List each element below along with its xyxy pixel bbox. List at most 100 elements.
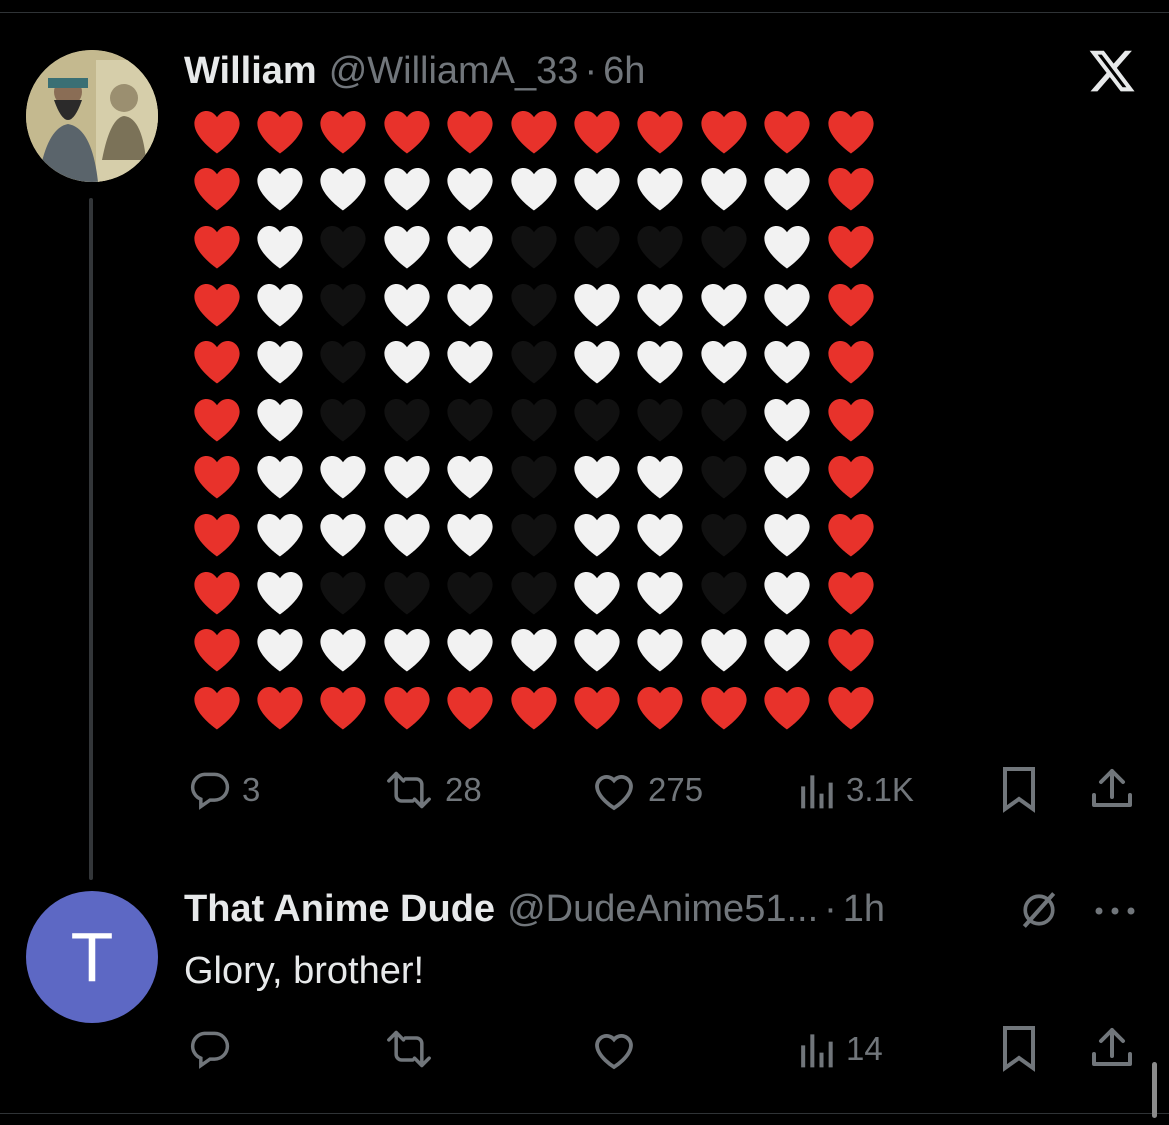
white-heart	[502, 161, 565, 219]
reply-avatar[interactable]: T	[26, 891, 158, 1023]
red-heart	[819, 449, 882, 507]
red-heart	[185, 679, 248, 737]
white-heart	[248, 276, 311, 334]
white-heart	[756, 218, 819, 276]
red-heart	[629, 103, 692, 161]
black-heart	[692, 218, 755, 276]
black-heart	[692, 449, 755, 507]
white-heart	[629, 333, 692, 391]
red-heart	[439, 679, 502, 737]
avatar[interactable]	[26, 50, 158, 182]
like-button[interactable]: 275	[590, 768, 703, 812]
white-heart	[439, 276, 502, 334]
red-heart	[629, 679, 692, 737]
repost-button[interactable]: 28	[383, 768, 482, 812]
white-heart	[756, 564, 819, 622]
separator-dot: ·	[824, 888, 837, 930]
black-heart	[312, 564, 375, 622]
red-heart	[819, 506, 882, 564]
red-heart	[819, 333, 882, 391]
x-logo-icon[interactable]	[1086, 46, 1138, 101]
share-button[interactable]	[1088, 765, 1136, 813]
author-handle[interactable]: @WilliamA_33	[329, 50, 579, 93]
author-name[interactable]: William	[184, 50, 317, 93]
white-heart	[439, 506, 502, 564]
repost-button[interactable]	[383, 1027, 435, 1071]
red-heart	[185, 333, 248, 391]
red-heart	[185, 391, 248, 449]
reply-author-handle[interactable]: @DudeAnime51...	[507, 888, 818, 931]
white-heart	[756, 333, 819, 391]
red-heart	[502, 679, 565, 737]
red-heart	[248, 103, 311, 161]
black-heart	[312, 276, 375, 334]
white-heart	[248, 161, 311, 219]
heart-icon	[595, 775, 633, 811]
red-heart	[185, 103, 248, 161]
white-heart	[248, 449, 311, 507]
black-heart	[502, 564, 565, 622]
like-button[interactable]	[590, 1027, 638, 1071]
views-button[interactable]: 3.1K	[796, 768, 914, 812]
comment-icon	[190, 772, 230, 810]
share-button[interactable]	[1088, 1024, 1136, 1072]
black-heart	[692, 506, 755, 564]
white-heart	[248, 391, 311, 449]
scrollbar[interactable]	[1152, 1062, 1157, 1118]
reply-author-name[interactable]: That Anime Dude	[184, 888, 495, 931]
views-count: 14	[846, 1030, 883, 1067]
black-heart	[312, 333, 375, 391]
white-heart	[629, 449, 692, 507]
views-count: 3.1K	[846, 771, 914, 808]
white-heart	[375, 161, 438, 219]
red-heart	[312, 679, 375, 737]
white-heart	[375, 506, 438, 564]
bookmark-button[interactable]	[997, 1024, 1041, 1072]
white-heart	[756, 449, 819, 507]
black-heart	[692, 391, 755, 449]
white-heart	[248, 506, 311, 564]
red-heart	[312, 103, 375, 161]
red-heart	[185, 621, 248, 679]
red-heart	[375, 679, 438, 737]
reply-button[interactable]	[188, 1027, 232, 1071]
red-heart	[185, 276, 248, 334]
red-heart	[692, 679, 755, 737]
red-heart	[819, 103, 882, 161]
white-heart	[312, 449, 375, 507]
white-heart	[312, 506, 375, 564]
black-heart	[312, 218, 375, 276]
reply-count: 3	[242, 771, 261, 808]
bookmark-button[interactable]	[997, 765, 1041, 813]
reply-timestamp[interactable]: 1h	[843, 888, 885, 931]
black-heart	[629, 391, 692, 449]
black-heart	[375, 391, 438, 449]
more-icon[interactable]	[1093, 904, 1137, 923]
white-heart	[692, 276, 755, 334]
white-heart	[565, 449, 628, 507]
white-heart	[756, 506, 819, 564]
red-heart	[819, 391, 882, 449]
white-heart	[756, 621, 819, 679]
tweet-timestamp[interactable]: 6h	[603, 50, 645, 93]
repost-icon	[387, 1030, 431, 1068]
white-heart	[692, 161, 755, 219]
reply-button[interactable]: 3	[188, 768, 260, 812]
red-heart	[819, 161, 882, 219]
black-heart	[502, 276, 565, 334]
white-heart	[756, 391, 819, 449]
separator-dot: ·	[584, 50, 598, 92]
views-button[interactable]: 14	[796, 1027, 883, 1071]
black-heart	[629, 218, 692, 276]
black-heart	[565, 218, 628, 276]
white-heart	[312, 161, 375, 219]
white-heart	[439, 449, 502, 507]
black-heart	[502, 449, 565, 507]
red-heart	[439, 103, 502, 161]
heart-icon	[595, 1034, 633, 1070]
thread-connector	[89, 198, 93, 880]
grok-icon[interactable]	[1016, 888, 1062, 937]
white-heart	[502, 621, 565, 679]
red-heart	[185, 161, 248, 219]
white-heart	[565, 161, 628, 219]
